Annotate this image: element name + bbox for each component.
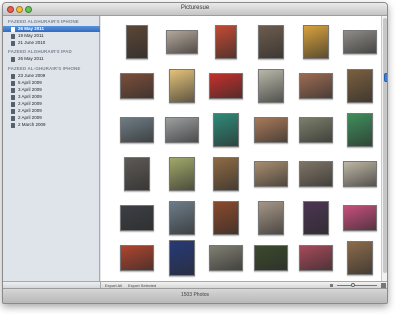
photo-thumbnail[interactable] [215, 25, 237, 59]
photo-thumbnail[interactable] [213, 201, 239, 235]
zoom-slider[interactable] [337, 285, 377, 286]
photo-thumbnail[interactable] [165, 117, 199, 143]
sidebar-item-label: 5 April 2009 [18, 80, 42, 85]
device-sidebar: FAZEED ALGHURAIR'S IPHONE 26 May 2011 19… [3, 16, 100, 281]
calendar-icon [11, 73, 15, 79]
calendar-icon [11, 56, 15, 62]
group-header-iphone-2009: FAZEED AL-GHURAIR'S IPHONE [8, 66, 81, 71]
photo-thumbnail[interactable] [120, 205, 154, 231]
calendar-icon [11, 115, 15, 121]
photo-thumbnail[interactable] [120, 117, 154, 143]
sidebar-item-label: 2 April 2009 [18, 115, 42, 120]
photo-thumbnail[interactable] [169, 157, 195, 191]
group-header-ipad: FAZEED ALGHURAIR'S IPAD [8, 49, 72, 54]
photo-thumbnail[interactable] [169, 69, 195, 103]
zoom-out-icon[interactable] [330, 284, 333, 287]
sidebar-item-label: 3 April 2009 [18, 87, 42, 92]
photo-thumbnail[interactable] [343, 205, 377, 231]
photo-thumbnail[interactable] [347, 69, 373, 103]
sidebar-item-19-may-2011[interactable]: 19 May 2011 [3, 33, 100, 39]
photo-thumbnail[interactable] [254, 117, 288, 143]
photo-thumbnail[interactable] [209, 245, 243, 271]
photo-thumbnail[interactable] [258, 25, 284, 59]
photo-thumbnail[interactable] [299, 73, 333, 99]
photo-thumbnail[interactable] [258, 201, 284, 235]
sidebar-item-label: 26 May 2011 [18, 26, 45, 31]
photo-thumbnail[interactable] [303, 25, 329, 59]
scrollbar-thumb[interactable] [383, 18, 387, 273]
sidebar-item-23-june-2009[interactable]: 23 June 2009 [3, 73, 100, 79]
calendar-icon [11, 101, 15, 107]
sidebar-item-21-june-2010[interactable]: 21 June 2010 [3, 40, 100, 46]
photo-thumbnail[interactable] [120, 73, 154, 99]
sidebar-item-label: 2 April 2009 [18, 108, 42, 113]
photo-thumbnail[interactable] [299, 117, 333, 143]
drawer-handle[interactable] [384, 73, 387, 82]
photo-grid [101, 16, 385, 281]
photo-thumbnail[interactable] [258, 69, 284, 103]
photo-thumbnail[interactable] [169, 240, 195, 276]
sidebar-item-2-april-2009-b[interactable]: 2 April 2009 [3, 108, 100, 114]
calendar-icon [11, 40, 15, 46]
sidebar-item-5-april-2009[interactable]: 5 April 2009 [3, 80, 100, 86]
zoom-slider-knob[interactable] [351, 283, 355, 287]
sidebar-item-label: 19 May 2011 [18, 33, 44, 38]
photo-thumbnail[interactable] [166, 30, 198, 54]
sidebar-item-ipad-26-may-2011[interactable]: 26 May 2011 [3, 56, 100, 62]
photo-thumbnail[interactable] [169, 201, 195, 235]
photo-count: 1503 Photos [180, 292, 210, 298]
calendar-icon [11, 122, 15, 128]
calendar-icon [11, 26, 15, 32]
photo-thumbnail[interactable] [120, 245, 154, 271]
photo-thumbnail[interactable] [124, 157, 150, 191]
photo-thumbnail[interactable] [213, 157, 239, 191]
window-title: Picturesue [180, 5, 210, 11]
photo-thumbnail[interactable] [299, 161, 333, 187]
photo-thumbnail[interactable] [303, 201, 329, 235]
sidebar-item-label: 23 June 2009 [18, 73, 46, 78]
title-bar: Picturesue [3, 3, 387, 16]
photo-grid-scrollbar[interactable] [381, 16, 387, 281]
photo-thumbnail[interactable] [126, 25, 148, 59]
sidebar-item-3-april-2009-b[interactable]: 3 April 2009 [3, 94, 100, 100]
photo-thumbnail[interactable] [209, 73, 243, 99]
photo-thumbnail[interactable] [343, 161, 377, 187]
status-bar: 1503 Photos [3, 288, 387, 303]
photo-thumbnail[interactable] [254, 161, 288, 187]
photo-thumbnail[interactable] [254, 245, 288, 271]
photo-thumbnail[interactable] [213, 113, 239, 147]
app-window: Picturesue FAZEED ALGHURAIR'S IPHONE 26 … [2, 2, 388, 304]
photo-thumbnail[interactable] [299, 245, 333, 271]
sidebar-item-label: 26 May 2011 [18, 56, 44, 61]
photo-thumbnail[interactable] [347, 113, 373, 147]
sidebar-item-2-march-2009[interactable]: 2 March 2009 [3, 122, 100, 128]
calendar-icon [11, 33, 15, 39]
sidebar-footer [3, 281, 101, 288]
sidebar-item-3-april-2009[interactable]: 3 April 2009 [3, 87, 100, 93]
grid-toolbar: Export All Export Selected [101, 281, 387, 288]
photo-thumbnail[interactable] [343, 30, 377, 54]
sidebar-item-2-april-2009-c[interactable]: 2 April 2009 [3, 115, 100, 121]
photo-thumbnail[interactable] [347, 241, 373, 275]
sidebar-item-label: 21 June 2010 [18, 40, 46, 45]
calendar-icon [11, 87, 15, 93]
calendar-icon [11, 94, 15, 100]
calendar-icon [11, 108, 15, 114]
sidebar-item-label: 2 April 2009 [18, 101, 42, 106]
sidebar-item-2-april-2009[interactable]: 2 April 2009 [3, 101, 100, 107]
calendar-icon [11, 80, 15, 86]
group-header-iphone-2011: FAZEED ALGHURAIR'S IPHONE [8, 19, 79, 24]
sidebar-item-label: 2 March 2009 [18, 122, 46, 127]
sidebar-item-label: 3 April 2009 [18, 94, 42, 99]
sidebar-item-26-may-2011[interactable]: 26 May 2011 [3, 26, 100, 32]
